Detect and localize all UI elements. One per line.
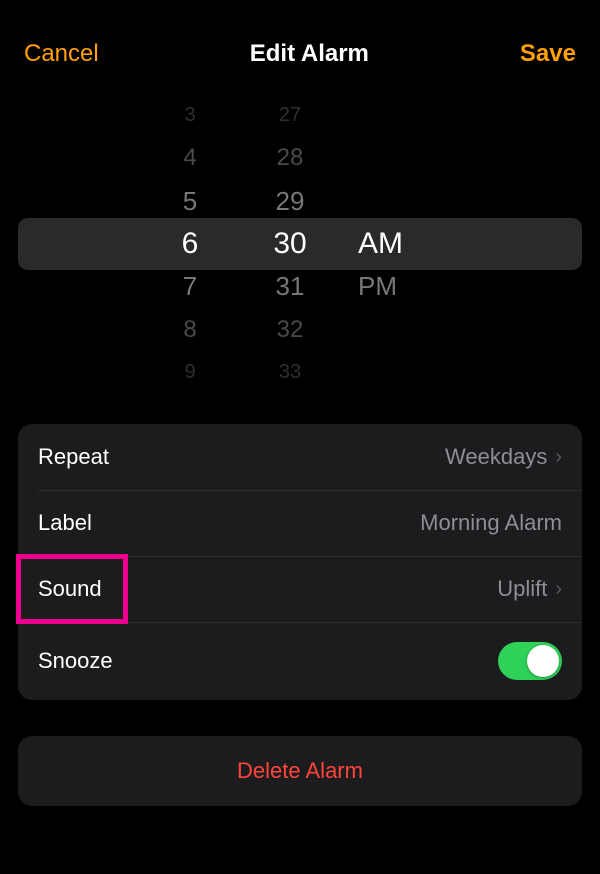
toggle-knob (527, 645, 559, 677)
modal-header: Cancel Edit Alarm Save (0, 0, 600, 92)
minute-option[interactable]: 31 (240, 265, 340, 308)
chevron-right-icon: › (555, 446, 562, 469)
chevron-right-icon: › (555, 578, 562, 601)
repeat-label: Repeat (38, 444, 109, 470)
label-label: Label (38, 510, 92, 536)
snooze-toggle[interactable] (498, 642, 562, 680)
hour-option[interactable]: 3 (140, 94, 240, 137)
hour-option-selected[interactable]: 6 (140, 223, 240, 266)
minute-option[interactable]: 33 (240, 351, 340, 394)
hour-option[interactable]: 4 (140, 137, 240, 180)
repeat-row[interactable]: Repeat Weekdays › (18, 424, 582, 490)
delete-alarm-button[interactable]: Delete Alarm (18, 736, 582, 806)
cancel-button[interactable]: Cancel (24, 40, 99, 68)
hour-wheel[interactable]: 3 4 5 6 7 8 9 (140, 94, 240, 394)
hour-option[interactable]: 7 (140, 265, 240, 308)
minute-option[interactable]: 29 (240, 180, 340, 223)
save-button[interactable]: Save (520, 40, 576, 68)
minute-option[interactable]: 27 (240, 94, 340, 137)
snooze-row: Snooze (18, 622, 582, 700)
minute-option-selected[interactable]: 30 (240, 223, 340, 266)
repeat-value: Weekdays (445, 444, 547, 470)
time-picker[interactable]: 3 4 5 6 7 8 9 27 28 29 30 31 32 33 . . .… (0, 94, 600, 394)
modal-title: Edit Alarm (250, 40, 369, 68)
hour-option[interactable]: 8 (140, 308, 240, 351)
sound-row[interactable]: Sound Uplift › (18, 556, 582, 622)
hour-option[interactable]: 5 (140, 180, 240, 223)
ampm-wheel[interactable]: . . . AM PM . . (340, 94, 460, 394)
ampm-option[interactable]: PM (358, 265, 460, 308)
minute-wheel[interactable]: 27 28 29 30 31 32 33 (240, 94, 340, 394)
minute-option[interactable]: 32 (240, 308, 340, 351)
ampm-option-selected[interactable]: AM (358, 223, 460, 266)
label-row[interactable]: Label Morning Alarm (18, 490, 582, 556)
snooze-label: Snooze (38, 648, 113, 674)
sound-label: Sound (38, 576, 102, 602)
sound-value: Uplift (497, 576, 547, 602)
minute-option[interactable]: 28 (240, 137, 340, 180)
hour-option[interactable]: 9 (140, 351, 240, 394)
label-value: Morning Alarm (420, 510, 562, 536)
alarm-settings-list: Repeat Weekdays › Label Morning Alarm So… (18, 424, 582, 700)
